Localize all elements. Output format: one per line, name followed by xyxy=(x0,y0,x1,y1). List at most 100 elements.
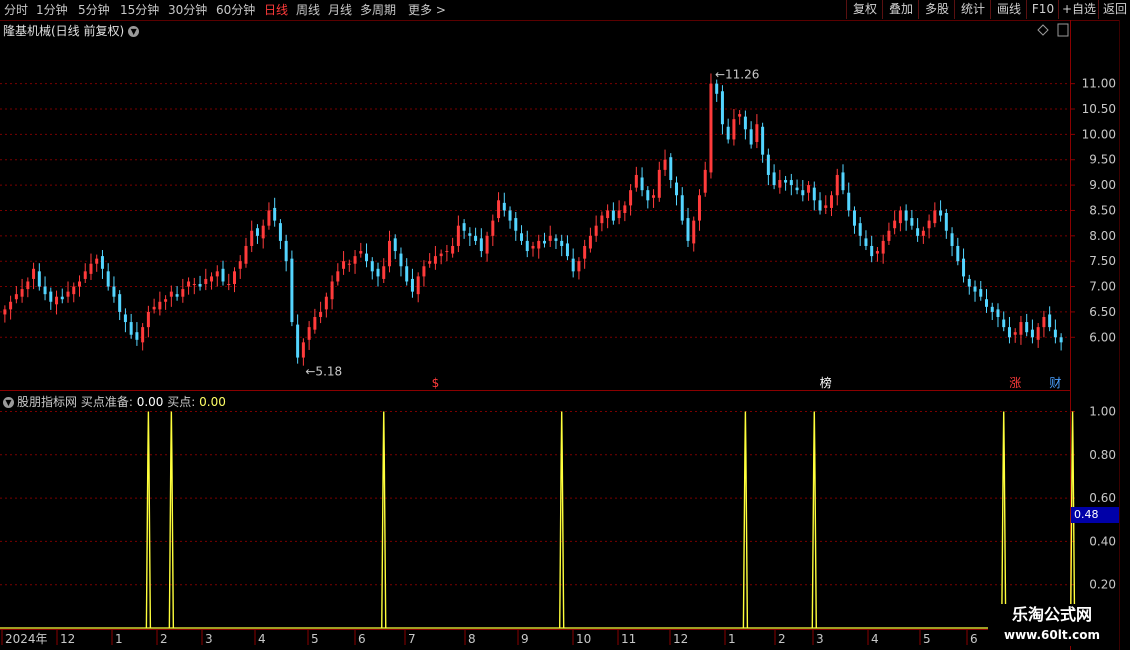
candle-body xyxy=(560,240,564,246)
candle-body xyxy=(1019,322,1023,335)
event-marker-3: 财 xyxy=(1049,376,1061,390)
candle-body xyxy=(715,83,719,94)
candle-body xyxy=(278,223,282,241)
candle-body xyxy=(944,213,948,231)
candle-body xyxy=(416,276,420,295)
candle-body xyxy=(830,195,834,208)
candle-body xyxy=(680,195,684,221)
chart-canvas[interactable]: 11.0010.5010.009.509.008.508.007.507.006… xyxy=(0,0,1130,650)
candle-body xyxy=(135,332,139,340)
candle-body xyxy=(795,187,799,191)
candle-body xyxy=(324,296,328,310)
indicator-tick-label: 0.80 xyxy=(1089,448,1116,462)
candle-body xyxy=(571,258,575,272)
time-tick-label: 10 xyxy=(576,632,591,646)
time-tick-label: 1 xyxy=(115,632,123,646)
candle-body xyxy=(893,220,897,229)
candle-body xyxy=(778,180,782,188)
candle-body xyxy=(772,172,776,186)
candle-body xyxy=(370,261,374,272)
price-tick-label: 7.50 xyxy=(1089,254,1116,268)
diamond-icon xyxy=(1037,24,1049,36)
time-tick-label: 4 xyxy=(871,632,879,646)
candle-body xyxy=(520,233,524,241)
candle-body xyxy=(382,266,386,279)
candle-body xyxy=(14,294,18,300)
candle-body xyxy=(910,218,914,226)
candle-body xyxy=(508,210,512,221)
high-price-label: ←11.26 xyxy=(715,68,759,82)
candle-body xyxy=(967,278,971,287)
indicator-tick-label: 1.00 xyxy=(1089,404,1116,418)
candle-body xyxy=(267,210,271,226)
candle-body xyxy=(123,314,127,323)
candle-body xyxy=(950,233,954,246)
candle-body xyxy=(405,266,409,282)
time-tick-label: 2 xyxy=(160,632,168,646)
candle-body xyxy=(49,291,53,302)
time-tick-label: 2024年 xyxy=(5,632,48,646)
candle-body xyxy=(296,324,300,358)
candle-body xyxy=(686,218,690,241)
candle-body xyxy=(1007,327,1011,338)
price-tick-label: 10.50 xyxy=(1082,102,1116,116)
candle-body xyxy=(749,129,753,145)
candle-body xyxy=(870,245,874,257)
price-tick-label: 6.00 xyxy=(1089,330,1116,344)
candle-body xyxy=(100,256,104,269)
candle-body xyxy=(232,271,236,285)
candle-body xyxy=(738,114,742,117)
time-tick-label: 2 xyxy=(778,632,786,646)
candle-body xyxy=(244,245,248,264)
candle-body xyxy=(761,126,765,155)
candle-body xyxy=(881,240,885,254)
candle-body xyxy=(95,258,99,264)
candle-body xyxy=(743,116,747,130)
price-tick-label: 6.50 xyxy=(1089,305,1116,319)
candle-body xyxy=(55,296,59,305)
candle-body xyxy=(255,228,259,236)
candle-body xyxy=(875,251,879,254)
time-tick-label: 9 xyxy=(521,632,529,646)
candle-body xyxy=(801,190,805,196)
candle-body xyxy=(852,210,856,226)
candle-body xyxy=(841,172,845,191)
candle-body xyxy=(330,281,334,300)
candle-body xyxy=(554,238,558,241)
candle-body xyxy=(847,192,851,211)
candle-body xyxy=(824,205,828,208)
indicator-tick-label: 0.60 xyxy=(1089,491,1116,505)
price-tick-label: 8.50 xyxy=(1089,203,1116,217)
candle-body xyxy=(542,240,546,244)
candle-body xyxy=(290,258,294,323)
candle-body xyxy=(365,253,369,262)
indicator-spike xyxy=(145,411,152,629)
candle-body xyxy=(129,322,133,335)
candle-body xyxy=(629,190,633,206)
candle-body xyxy=(565,243,569,257)
time-tick-label: 7 xyxy=(408,632,416,646)
event-marker-0: $ xyxy=(432,376,440,390)
candle-body xyxy=(89,263,93,274)
candle-body xyxy=(26,281,30,290)
candle-body xyxy=(921,230,925,236)
time-tick-label: 4 xyxy=(258,632,266,646)
candle-body xyxy=(479,238,483,252)
low-price-label: ←5.18 xyxy=(305,365,342,379)
candle-body xyxy=(301,342,305,358)
price-tick-label: 7.00 xyxy=(1089,280,1116,294)
candle-body xyxy=(703,169,707,193)
candle-body xyxy=(215,271,219,277)
candle-body xyxy=(766,154,770,175)
candle-body xyxy=(692,220,696,244)
indicator-spike xyxy=(742,411,749,629)
indicator-spike xyxy=(168,411,175,629)
candle-body xyxy=(284,240,288,262)
candle-body xyxy=(1059,337,1063,343)
indicator-tick-label: 0.40 xyxy=(1089,534,1116,548)
candle-body xyxy=(238,261,242,269)
candle-body xyxy=(83,271,87,279)
candle-body xyxy=(307,327,311,340)
panel-toggle-icon xyxy=(1057,23,1069,37)
candle-body xyxy=(428,261,432,264)
